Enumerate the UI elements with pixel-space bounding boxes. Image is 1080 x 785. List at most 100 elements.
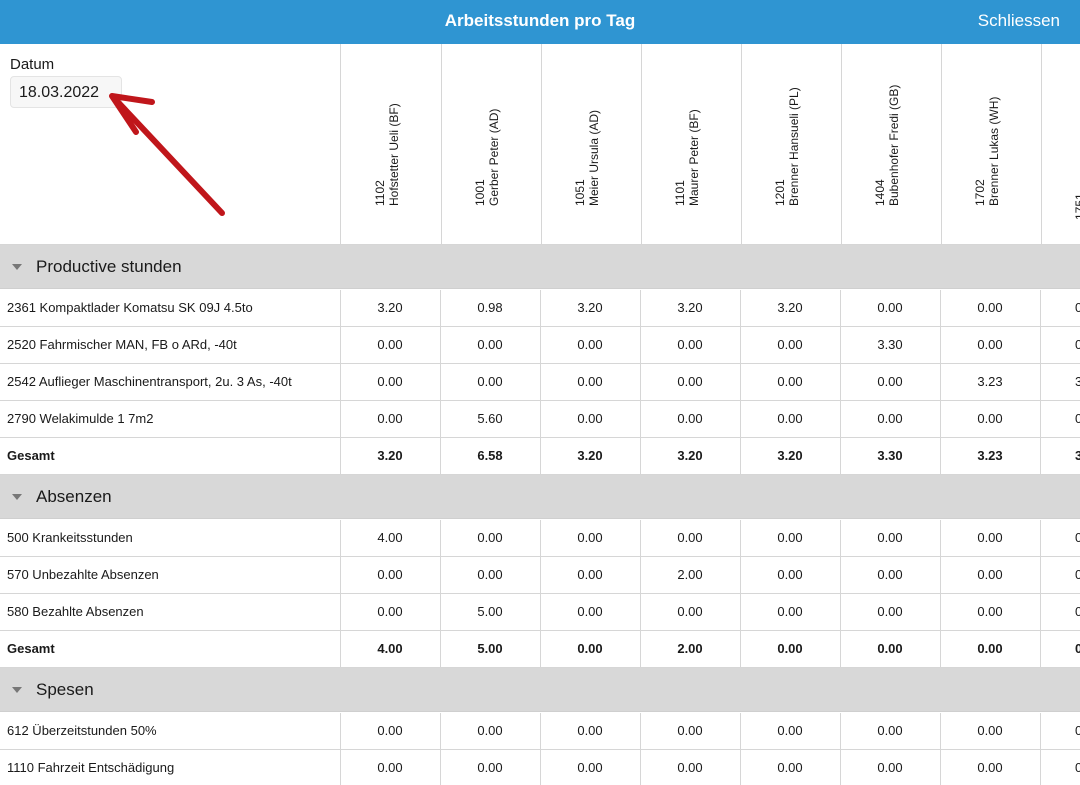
hours-cell: 0.00 <box>677 411 703 426</box>
hours-cell: 3.20 <box>577 300 603 315</box>
table-row: 2790 Welakimulde 1 7m2 0.00 5.60 0.00 0.00 0.… <box>0 401 1080 438</box>
hours-cell: 3.20 <box>577 448 603 463</box>
hours-cell: 3.23 <box>977 374 1003 389</box>
employee-id: 1001 <box>473 179 487 206</box>
total-row: Gesamt 3.20 6.58 3.20 3.20 3.20 3.30 3.23 3 <box>0 438 1080 475</box>
hours-cell-clipped: 0 <box>1075 641 1080 656</box>
hours-cell: 0.00 <box>577 641 603 656</box>
hours-cell-clipped: 0 <box>1075 604 1080 619</box>
hours-cell: 0.00 <box>677 530 703 545</box>
section-header[interactable]: Productive stunden <box>0 245 1080 289</box>
hours-cell: 0.00 <box>977 337 1003 352</box>
section-title: Absenzen <box>36 487 112 506</box>
hours-cell: 0.00 <box>677 337 703 352</box>
hours-cell: 0.00 <box>877 760 903 775</box>
row-label: 2361 Kompaktlader Komatsu SK 09J 4.5to <box>7 300 253 315</box>
hours-cell-clipped: 0 <box>1075 723 1080 738</box>
hours-cell: 0.00 <box>377 723 403 738</box>
hours-cell: 0.00 <box>377 760 403 775</box>
employee-id: 1751 <box>1073 193 1080 220</box>
section-title: Spesen <box>36 680 94 699</box>
employee-id: 1102 <box>373 180 387 206</box>
column-divider <box>1040 557 1041 593</box>
employee-name: Hofstetter Ueli (BF) <box>387 103 401 206</box>
table-row: 2520 Fahrmischer MAN, FB o ARd, -40t 0.00… <box>0 327 1080 364</box>
employee-name: Maurer Peter (BF) <box>687 109 701 206</box>
hours-table: Datum 18.03.2022 1102 Hofstetter Ueli (BF… <box>0 44 1080 785</box>
hours-cell: 4.00 <box>377 641 403 656</box>
hours-cell-clipped: 0 <box>1075 300 1080 315</box>
hours-cell: 3.20 <box>377 300 403 315</box>
column-divider <box>1040 364 1041 400</box>
hours-cell: 0.00 <box>377 411 403 426</box>
row-label: 612 Überzeitstunden 50% <box>7 723 157 738</box>
hours-cell: 0.00 <box>977 604 1003 619</box>
hours-cell-clipped: 0 <box>1075 411 1080 426</box>
hours-cell: 0.00 <box>977 530 1003 545</box>
column-divider <box>1040 750 1041 785</box>
section-header[interactable]: Absenzen <box>0 475 1080 519</box>
row-label: 2542 Auflieger Maschinentransport, 2u. 3… <box>7 374 292 389</box>
hours-cell: 0.00 <box>977 723 1003 738</box>
hours-cell: 0.00 <box>477 530 503 545</box>
collapse-triangle-icon[interactable] <box>12 687 22 693</box>
table-header: Datum 18.03.2022 1102 Hofstetter Ueli (BF… <box>0 44 1080 245</box>
table-row: 500 Krankeitsstunden 4.00 0.00 0.00 0.00 0.00… <box>0 520 1080 557</box>
hours-cell: 0.00 <box>477 374 503 389</box>
hours-cell: 3.20 <box>777 448 803 463</box>
employee-column-header: 1404 Bubenhofer Fredi (GB) <box>841 44 942 244</box>
employee-label: 1751 <box>1073 50 1080 220</box>
hours-cell: 0.00 <box>977 300 1003 315</box>
hours-cell: 0.00 <box>877 604 903 619</box>
hours-cell: 0.00 <box>577 723 603 738</box>
hours-cell: 5.00 <box>477 641 503 656</box>
hours-cell: 0.00 <box>877 300 903 315</box>
employee-label: 1702 Brenner Lukas (WH) <box>973 44 1001 206</box>
row-label: 500 Krankeitsstunden <box>7 530 133 545</box>
hours-cell: 0.00 <box>577 604 603 619</box>
employee-label: 1404 Bubenhofer Fredi (GB) <box>873 44 901 206</box>
employee-label: 1201 Brenner Hansueli (PL) <box>773 44 801 206</box>
section-title: Productive stunden <box>36 257 182 276</box>
hours-cell: 0.00 <box>777 641 803 656</box>
column-divider <box>1040 713 1041 749</box>
hours-cell: 0.00 <box>877 723 903 738</box>
hours-cell: 0.00 <box>477 567 503 582</box>
employee-name: Gerber Peter (AD) <box>487 108 501 206</box>
hours-cell: 0.00 <box>877 411 903 426</box>
employee-name: Brenner Lukas (WH) <box>987 96 1001 206</box>
hours-cell: 0.00 <box>777 337 803 352</box>
column-divider <box>1040 290 1041 326</box>
table-row: 612 Überzeitstunden 50% 0.00 0.00 0.00 0.00 0… <box>0 713 1080 750</box>
employee-label: 1102 Hofstetter Ueli (BF) <box>373 44 401 206</box>
employee-id: 1702 <box>973 179 987 206</box>
hours-cell: 0.00 <box>977 411 1003 426</box>
employee-label: 1101 Maurer Peter (BF) <box>673 44 701 206</box>
row-label: 1110 Fahrzeit Entschädigung <box>7 760 175 775</box>
row-label: Gesamt <box>7 448 55 463</box>
collapse-triangle-icon[interactable] <box>12 494 22 500</box>
column-divider <box>1040 594 1041 630</box>
hours-cell: 0.00 <box>577 567 603 582</box>
row-label: 570 Unbezahlte Absenzen <box>7 567 159 582</box>
employee-id: 1201 <box>773 179 787 206</box>
row-label: Gesamt <box>7 641 55 656</box>
hours-cell: 3.20 <box>377 448 403 463</box>
date-cell: Datum 18.03.2022 <box>0 44 341 244</box>
table-row: 2361 Kompaktlader Komatsu SK 09J 4.5to 3.… <box>0 290 1080 327</box>
column-divider <box>1040 327 1041 363</box>
hours-cell: 0.00 <box>977 641 1003 656</box>
table-row: 570 Unbezahlte Absenzen 0.00 0.00 0.00 2.00 0… <box>0 557 1080 594</box>
hours-cell: 6.58 <box>477 448 503 463</box>
employee-name: Meier Ursula (AD) <box>587 109 601 206</box>
employee-id: 1404 <box>873 179 887 206</box>
collapse-triangle-icon[interactable] <box>12 264 22 270</box>
close-button[interactable]: Schliessen <box>978 0 1060 44</box>
hours-cell: 0.00 <box>877 374 903 389</box>
hours-cell: 0.00 <box>977 760 1003 775</box>
section-header[interactable]: Spesen <box>0 668 1080 712</box>
employee-name: Brenner Hansueli (PL) <box>787 87 801 206</box>
hours-cell: 0.00 <box>577 530 603 545</box>
table-row: 2542 Auflieger Maschinentransport, 2u. 3… <box>0 364 1080 401</box>
hours-cell: 0.00 <box>677 723 703 738</box>
